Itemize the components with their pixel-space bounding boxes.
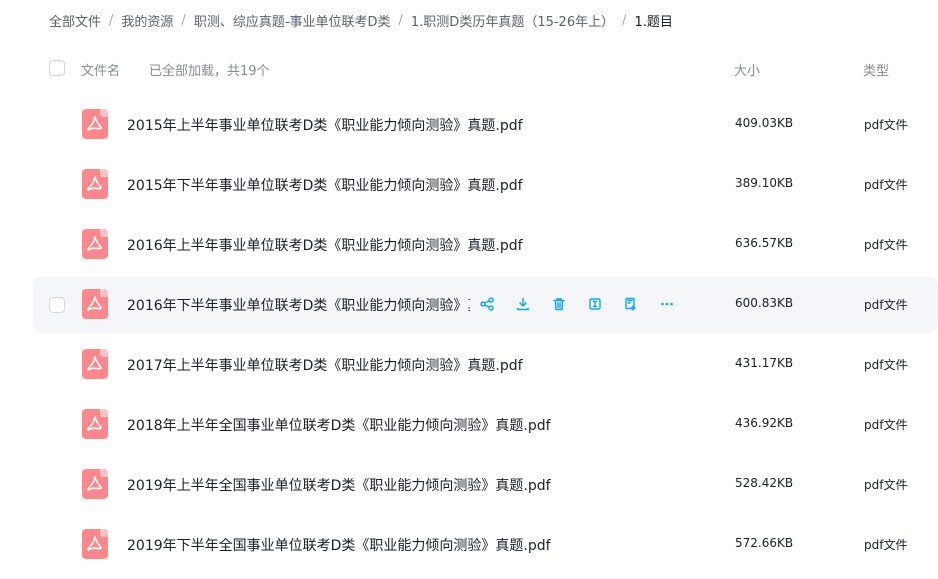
more-icon <box>660 297 674 311</box>
pdf-file-icon <box>82 169 108 199</box>
file-type: pdf文件 <box>864 418 908 432</box>
more-button[interactable] <box>657 294 677 314</box>
rename-button[interactable] <box>585 294 605 314</box>
select-all-checkbox[interactable] <box>49 60 65 76</box>
file-type: pdf文件 <box>864 298 908 312</box>
breadcrumb-item-all-files[interactable]: 全部文件 <box>49 11 101 30</box>
delete-icon <box>552 297 566 311</box>
file-name-link[interactable]: 2019年上半年全国事业单位联考D类《职业能力倾向测验》真题.pdf <box>127 475 551 495</box>
file-size: 389.10KB <box>735 176 794 190</box>
file-size: 436.92KB <box>735 416 794 430</box>
file-name-link[interactable]: 2015年下半年事业单位联考D类《职业能力倾向测验》真题.pdf <box>127 175 523 195</box>
file-row[interactable]: 2015年下半年事业单位联考D类《职业能力倾向测验》真题.pdf 389.10KB… <box>33 155 938 215</box>
file-size: 431.17KB <box>735 356 794 370</box>
file-row[interactable]: 2019年上半年全国事业单位联考D类《职业能力倾向测验》真题.pdf 528.42… <box>33 455 938 515</box>
file-row[interactable]: 2016年上半年事业单位联考D类《职业能力倾向测验》真题.pdf 636.57KB… <box>33 215 938 275</box>
file-type: pdf文件 <box>864 478 908 492</box>
file-name-link[interactable]: 2018年上半年全国事业单位联考D类《职业能力倾向测验》真题.pdf <box>127 415 551 435</box>
file-type: pdf文件 <box>864 358 908 372</box>
file-name-link[interactable]: 2019年下半年全国事业单位联考D类《职业能力倾向测验》真题.pdf <box>127 535 551 555</box>
file-name-link[interactable]: 2015年上半年事业单位联考D类《职业能力倾向测验》真题.pdf <box>127 115 523 135</box>
file-type: pdf文件 <box>864 538 908 552</box>
row-checkbox[interactable] <box>49 297 65 313</box>
share-icon <box>480 297 494 311</box>
loaded-count-text: 已全部加载，共19个 <box>149 64 270 79</box>
pdf-file-icon <box>82 109 108 139</box>
breadcrumb-item-d-class-folder[interactable]: 1.职测D类历年真题（15-26年上） <box>411 11 614 30</box>
file-row[interactable]: 2018年上半年全国事业单位联考D类《职业能力倾向测验》真题.pdf 436.92… <box>33 395 938 455</box>
file-row[interactable]: 2019年下半年全国事业单位联考D类《职业能力倾向测验》真题.pdf 572.66… <box>33 515 938 575</box>
pdf-file-icon <box>82 349 108 379</box>
breadcrumb-separator: / <box>109 12 114 28</box>
file-name-link[interactable]: 2016年上半年事业单位联考D类《职业能力倾向测验》真题.pdf <box>127 235 523 255</box>
breadcrumb-separator: / <box>398 12 403 28</box>
copy-to-button[interactable] <box>621 294 641 314</box>
pdf-file-icon <box>82 409 108 439</box>
file-row[interactable]: 2016年下半年事业单位联考D类《职业能力倾向测验》真题.pdf 600.83KB… <box>33 277 938 333</box>
column-header-type[interactable]: 类型 <box>863 60 889 79</box>
breadcrumb: 全部文件 / 我的资源 / 职测、综应真题-事业单位联考D类 / 1.职测D类历… <box>49 8 673 32</box>
delete-button[interactable] <box>549 294 569 314</box>
breadcrumb-separator: / <box>622 12 627 28</box>
file-size: 572.66KB <box>735 536 794 550</box>
file-name-link[interactable]: 2017年上半年事业单位联考D类《职业能力倾向测验》真题.pdf <box>127 355 523 375</box>
breadcrumb-separator: / <box>181 12 186 28</box>
file-list: 2015年上半年事业单位联考D类《职业能力倾向测验》真题.pdf 409.03KB… <box>33 95 938 575</box>
breadcrumb-item-my-resources[interactable]: 我的资源 <box>121 11 173 30</box>
file-type: pdf文件 <box>864 238 908 252</box>
column-header-size[interactable]: 大小 <box>734 60 760 79</box>
file-size: 636.57KB <box>735 236 794 250</box>
pdf-file-icon <box>82 229 108 259</box>
breadcrumb-item-current: 1.题目 <box>634 14 673 30</box>
share-button[interactable] <box>477 294 497 314</box>
file-row[interactable]: 2017年上半年事业单位联考D类《职业能力倾向测验》真题.pdf 431.17KB… <box>33 335 938 395</box>
file-name-link[interactable]: 2016年下半年事业单位联考D类《职业能力倾向测验》真题.pdf <box>127 295 470 315</box>
pdf-file-icon <box>82 529 108 559</box>
pdf-file-icon <box>82 469 108 499</box>
file-size: 600.83KB <box>735 296 794 310</box>
pdf-file-icon <box>82 289 108 319</box>
file-size: 528.42KB <box>735 476 794 490</box>
download-button[interactable] <box>513 294 533 314</box>
column-header-name[interactable]: 文件名 <box>81 60 120 79</box>
breadcrumb-item-exam-folder[interactable]: 职测、综应真题-事业单位联考D类 <box>194 11 391 30</box>
rename-icon <box>588 297 602 311</box>
file-list-header: 文件名 已全部加载，共19个 大小 类型 <box>0 52 938 86</box>
file-size: 409.03KB <box>735 116 794 130</box>
row-actions <box>477 294 693 314</box>
file-type: pdf文件 <box>864 178 908 192</box>
file-row[interactable]: 2015年上半年事业单位联考D类《职业能力倾向测验》真题.pdf 409.03KB… <box>33 95 938 155</box>
file-type: pdf文件 <box>864 118 908 132</box>
download-icon <box>516 297 530 311</box>
copy-to-icon <box>624 297 638 311</box>
